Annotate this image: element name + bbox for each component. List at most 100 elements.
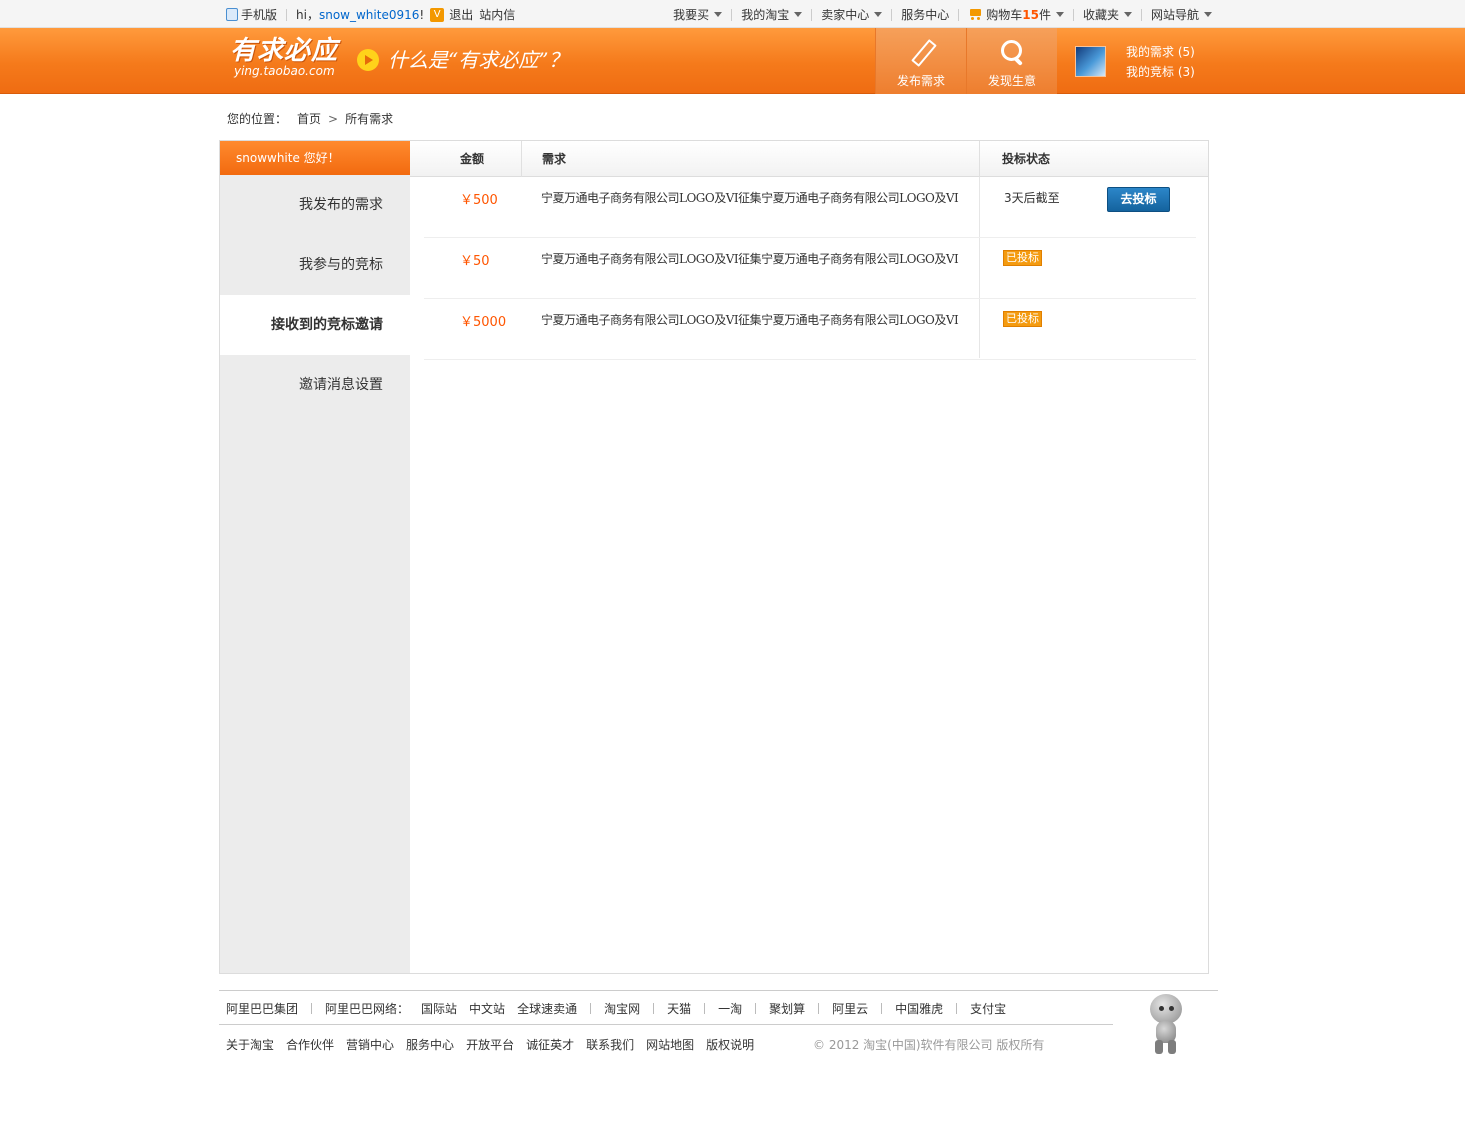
footer-link-international[interactable]: 国际站 <box>421 1000 457 1017</box>
footer-link-copyright[interactable]: 版权说明 <box>706 1036 754 1053</box>
divider <box>979 141 980 177</box>
demand-link[interactable]: 宁夏万通电子商务有限公司LOGO及VI征集宁夏万通电子商务有限公司LOGO及VI <box>541 189 959 206</box>
footer-link-yahoo[interactable]: 中国雅虎 <box>895 1000 943 1017</box>
logout-icon: V <box>430 7 445 22</box>
greeting-exclaim: ! <box>419 7 425 22</box>
cart-label: 购物车 <box>986 8 1023 22</box>
go-bid-button[interactable]: 去投标 <box>1107 187 1170 212</box>
main-panel: snowwhite 您好！ 我发布的需求 我参与的竞标 接收到的竞标邀请 邀请消… <box>219 140 1209 974</box>
footer-link-taobao[interactable]: 淘宝网 <box>604 1000 640 1017</box>
play-icon[interactable] <box>357 49 379 71</box>
mobile-link[interactable]: 手机版 <box>226 6 277 23</box>
publish-demand-label: 发布需求 <box>896 74 945 88</box>
site-logo[interactable]: 有求必应 ying.taobao.com <box>230 36 338 78</box>
sidebar-item-invitation-settings[interactable]: 邀请消息设置 <box>220 355 410 415</box>
search-icon <box>997 38 1027 68</box>
footer-group-link[interactable]: 阿里巴巴集团 <box>226 1000 298 1017</box>
my-bids-link[interactable]: 我的竞标 (3) <box>1126 62 1195 82</box>
messages-link[interactable]: 站内信 <box>479 6 515 23</box>
cart-count: 15 <box>1022 7 1039 22</box>
amount: ￥500 <box>460 193 498 208</box>
site-nav-menu[interactable]: 网站导航 <box>1151 6 1212 23</box>
pencil-icon <box>906 38 936 68</box>
logout-link[interactable]: V 退出 <box>430 6 473 23</box>
footer-link-tmall[interactable]: 天猫 <box>667 1000 691 1017</box>
cart-icon <box>968 8 983 21</box>
logo-domain: ying.taobao.com <box>234 64 335 78</box>
footer-link-etao[interactable]: 一淘 <box>718 1000 742 1017</box>
sidebar: snowwhite 您好！ 我发布的需求 我参与的竞标 接收到的竞标邀请 邀请消… <box>220 141 410 973</box>
footer-link-partners[interactable]: 合作伙伴 <box>286 1036 334 1053</box>
phone-icon <box>226 8 238 21</box>
table-row: ￥5000 宁夏万通电子商务有限公司LOGO及VI征集宁夏万通电子商务有限公司L… <box>424 299 1196 360</box>
menu-my-taobao[interactable]: 我的淘宝 <box>741 6 803 23</box>
divider <box>1072 8 1074 21</box>
footer-link-careers[interactable]: 诚征英才 <box>526 1036 574 1053</box>
sidebar-item-my-bids[interactable]: 我参与的竞标 <box>220 235 410 295</box>
footer-link-alipay[interactable]: 支付宝 <box>970 1000 1006 1017</box>
footer-link-contact[interactable]: 联系我们 <box>586 1036 634 1053</box>
amount: ￥50 <box>460 254 490 269</box>
divider <box>818 1003 820 1014</box>
footer-link-service[interactable]: 服务中心 <box>406 1036 454 1053</box>
demand-link[interactable]: 宁夏万通电子商务有限公司LOGO及VI征集宁夏万通电子商务有限公司LOGO及VI <box>541 311 959 328</box>
chevron-down-icon <box>1123 12 1132 17</box>
username-link[interactable]: snow_white0916 <box>319 8 419 22</box>
my-links: 我的需求 (5) 我的竞标 (3) <box>1126 42 1195 82</box>
chevron-right-icon: > <box>328 111 339 126</box>
column-header-demand: 需求 <box>542 152 567 166</box>
breadcrumb: 您的位置： 首页 > 所有需求 <box>227 110 393 127</box>
breadcrumb-current: 所有需求 <box>345 112 394 126</box>
divider <box>731 8 733 21</box>
divider <box>590 1003 592 1014</box>
service-center-link[interactable]: 服务中心 <box>901 6 949 23</box>
favorites-menu[interactable]: 收藏夹 <box>1083 6 1132 23</box>
menu-my-taobao-label: 我的淘宝 <box>741 8 790 22</box>
chevron-down-icon <box>794 12 803 17</box>
sidebar-item-my-demands[interactable]: 我发布的需求 <box>220 175 410 235</box>
deadline-text: 3天后截至 <box>1004 191 1060 205</box>
mascot-leg <box>1168 1040 1176 1054</box>
intro-slogan-link[interactable]: 什么是“有求必应”？ <box>388 44 568 73</box>
footer-link-about[interactable]: 关于淘宝 <box>226 1036 274 1053</box>
status-badge: 已投标 <box>1003 250 1042 266</box>
cart-unit: 件 <box>1038 8 1051 22</box>
footer-link-chinese[interactable]: 中文站 <box>469 1000 505 1017</box>
demand-link[interactable]: 宁夏万通电子商务有限公司LOGO及VI征集宁夏万通电子商务有限公司LOGO及VI <box>541 250 959 267</box>
logout-label: 退出 <box>449 8 474 22</box>
footer-link-juhuasuan[interactable]: 聚划算 <box>769 1000 805 1017</box>
footer-link-aliexpress[interactable]: 全球速卖通 <box>517 1000 577 1017</box>
divider <box>521 141 522 177</box>
publish-demand-button[interactable]: 发布需求 <box>875 28 966 94</box>
sidebar-greeting: snowwhite 您好！ <box>220 141 410 175</box>
footer-link-open-platform[interactable]: 开放平台 <box>466 1036 514 1053</box>
divider <box>704 1003 706 1014</box>
site-nav-label: 网站导航 <box>1150 8 1199 22</box>
breadcrumb-home[interactable]: 首页 <box>297 110 321 127</box>
divider <box>891 8 893 21</box>
sidebar-item-received-invitations[interactable]: 接收到的竞标邀请 <box>220 295 410 355</box>
mascot-eye <box>1159 1006 1164 1011</box>
footer-link-aliyun[interactable]: 阿里云 <box>832 1000 868 1017</box>
column-header-status: 投标状态 <box>1002 152 1051 166</box>
mascot-icon <box>1142 994 1190 1056</box>
divider <box>219 1024 1113 1025</box>
site-header: 有求必应 ying.taobao.com 什么是“有求必应”？ 发布需求 发现生… <box>0 28 1465 94</box>
cart-link[interactable]: 购物车 15 件 <box>968 6 1064 23</box>
divider <box>755 1003 757 1014</box>
breadcrumb-label: 您的位置： <box>227 112 288 126</box>
menu-seller-center[interactable]: 卖家中心 <box>821 6 883 23</box>
favorites-label: 收藏夹 <box>1082 8 1119 22</box>
footer-network-label: 阿里巴巴网络： <box>325 1002 410 1016</box>
footer-link-marketing[interactable]: 营销中心 <box>346 1036 394 1053</box>
menu-seller-label: 卖家中心 <box>821 8 870 22</box>
discover-business-label: 发现生意 <box>987 74 1036 88</box>
menu-buy[interactable]: 我要买 <box>673 6 723 23</box>
divider <box>811 8 813 21</box>
avatar[interactable] <box>1075 46 1106 77</box>
status-badge: 已投标 <box>1003 311 1042 327</box>
my-demands-link[interactable]: 我的需求 (5) <box>1126 42 1195 62</box>
discover-business-button[interactable]: 发现生意 <box>966 28 1057 94</box>
mobile-label: 手机版 <box>241 8 278 22</box>
footer-link-sitemap[interactable]: 网站地图 <box>646 1036 694 1053</box>
